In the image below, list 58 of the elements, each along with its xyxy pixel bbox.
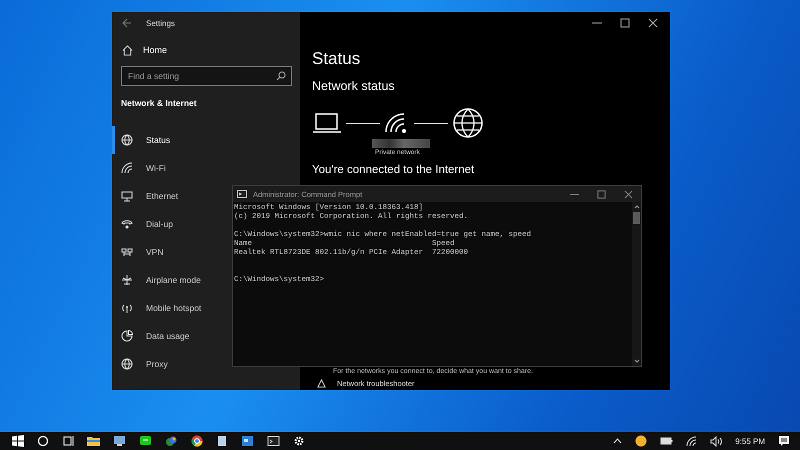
connection-status: You're connected to the Internet [312, 164, 476, 176]
vpn-icon [121, 246, 133, 258]
console-icon [237, 190, 247, 198]
close-icon[interactable] [648, 18, 658, 28]
clock[interactable]: 9:55 PM [735, 436, 765, 446]
sidebar-item[interactable]: Status [112, 126, 174, 154]
task-view-icon[interactable] [62, 435, 74, 447]
section-heading: Network & Internet [120, 98, 198, 108]
section-heading: Network status [312, 79, 396, 93]
chat-icon[interactable] [139, 435, 152, 447]
notification-icon[interactable] [778, 435, 790, 447]
maximize-icon[interactable] [620, 18, 630, 28]
sidebar-item[interactable]: VPN [112, 238, 168, 266]
console-icon[interactable] [267, 435, 280, 447]
wifi-icon [121, 162, 133, 174]
back-arrow-icon[interactable] [122, 18, 132, 28]
volume-icon[interactable] [710, 436, 722, 446]
wifi-icon[interactable] [686, 436, 698, 446]
warning-icon [317, 379, 326, 388]
search-field[interactable]: Find a setting [121, 66, 292, 86]
close-icon[interactable] [624, 190, 633, 198]
sidebar-item[interactable]: Dial-up [112, 210, 177, 238]
laptop-icon [312, 112, 342, 134]
globe-icon [452, 107, 484, 139]
phone-icon [121, 218, 133, 230]
scroll-down-icon[interactable] [634, 358, 640, 364]
photo-icon[interactable] [241, 435, 254, 447]
settings-icon[interactable] [293, 435, 305, 447]
monitor-icon[interactable] [113, 435, 126, 447]
globe-icon [121, 134, 133, 146]
window-title: Settings [146, 18, 175, 28]
sidebar-item[interactable]: Proxy [112, 350, 172, 378]
hotspot-icon [121, 302, 133, 314]
scroll-up-icon[interactable] [634, 204, 640, 210]
sidebar-item[interactable]: Wi-Fi [112, 154, 170, 182]
start-icon[interactable] [12, 435, 24, 447]
home-link[interactable]: Home [112, 40, 300, 60]
battery-icon[interactable] [660, 436, 674, 446]
scrollbar[interactable] [632, 202, 641, 366]
globe-icon [121, 358, 133, 370]
monitor-icon [121, 190, 133, 202]
chevron-up-icon[interactable] [613, 437, 622, 445]
search-icon[interactable] [37, 435, 49, 447]
sidebar-item[interactable]: Ethernet [112, 182, 182, 210]
scroll-thumb[interactable] [633, 212, 640, 224]
folder-icon[interactable] [87, 435, 100, 447]
search-icon [276, 71, 286, 81]
sidebar-item[interactable]: Data usage [112, 322, 194, 350]
browser-icon[interactable] [191, 435, 203, 447]
maximize-icon[interactable] [597, 190, 606, 198]
page-title: Status [312, 49, 362, 69]
app-icon[interactable] [165, 435, 178, 447]
pie-icon [121, 330, 133, 342]
blurred-name [372, 139, 430, 148]
sidebar-item[interactable]: Airplane mode [112, 266, 205, 294]
document-icon[interactable] [216, 435, 228, 447]
home-icon [122, 44, 133, 56]
sidebar-item[interactable]: Mobile hotspot [112, 294, 206, 322]
